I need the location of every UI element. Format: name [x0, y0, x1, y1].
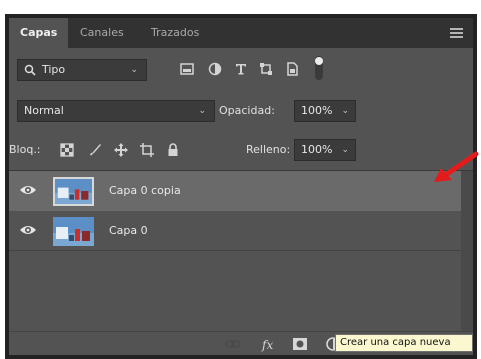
blend-row: Normal ⌄ Opacidad: 100% ⌄ [9, 100, 473, 124]
blend-mode-select[interactable]: Normal ⌄ [17, 100, 215, 122]
tab-canales[interactable]: Canales [69, 18, 135, 48]
lock-label: Bloq.: [9, 143, 41, 156]
tab-trazados[interactable]: Trazados [140, 18, 210, 48]
adjustment-filter-icon[interactable] [207, 61, 223, 77]
chevron-down-icon: ⌄ [130, 65, 138, 75]
filter-kind-label: Tipo [42, 63, 66, 76]
tab-capas[interactable]: Capas [9, 18, 69, 48]
fx-icon[interactable]: fx [261, 336, 277, 352]
fill-value: 100% [301, 143, 333, 156]
panel-menu-icon[interactable] [450, 28, 463, 38]
screenshot-frame: Capas Canales Trazados Tipo ⌄ Normal ⌄ O… [5, 14, 477, 359]
fill-field[interactable]: 100% ⌄ [294, 139, 356, 161]
svg-text:fx: fx [261, 338, 273, 352]
chevron-down-icon: ⌄ [198, 106, 206, 116]
panel-tab-bar: Capas Canales Trazados [9, 18, 473, 48]
layer-filter-row: Tipo ⌄ [9, 56, 473, 83]
opacity-value: 100% [301, 104, 333, 117]
lock-transparent-pixels-icon[interactable] [59, 142, 75, 158]
layers-list: Capa 0 copia Capa 0 [9, 171, 461, 331]
layers-panel: Capas Canales Trazados Tipo ⌄ Normal ⌄ O… [9, 18, 473, 355]
lock-all-icon[interactable] [165, 142, 181, 158]
search-icon [24, 64, 36, 76]
layer-thumbnail [53, 217, 94, 246]
opacity-field[interactable]: 100% ⌄ [294, 100, 356, 122]
chevron-down-icon: ⌄ [341, 145, 349, 155]
add-mask-icon[interactable] [292, 336, 308, 352]
smart-object-filter-icon[interactable] [284, 61, 300, 77]
eye-icon[interactable] [19, 183, 37, 197]
layer-name[interactable]: Capa 0 copia [109, 171, 181, 211]
new-layer-tooltip: Crear una capa nueva [335, 334, 473, 352]
filter-toggle-icon[interactable] [313, 55, 325, 81]
layer-row-selected[interactable]: Capa 0 copia [9, 171, 461, 211]
type-filter-icon[interactable] [233, 61, 249, 77]
red-arrow-annotation [434, 151, 479, 182]
image-filter-icon[interactable] [179, 61, 195, 77]
layer-thumbnail [53, 177, 94, 206]
filter-kind-select[interactable]: Tipo ⌄ [17, 59, 147, 81]
layers-scrollbar[interactable] [461, 171, 473, 331]
fill-label: Relleno: [246, 143, 291, 156]
blend-mode-value: Normal [24, 104, 64, 117]
row-divider [9, 250, 461, 251]
layer-row[interactable]: Capa 0 [9, 211, 461, 251]
shape-filter-icon[interactable] [258, 61, 274, 77]
layer-name[interactable]: Capa 0 [109, 211, 148, 251]
lock-position-icon[interactable] [113, 142, 129, 158]
link-layers-icon[interactable] [225, 336, 241, 352]
lock-artboard-icon[interactable] [139, 142, 155, 158]
lock-row: Bloq.: Relleno: 100% ⌄ [9, 139, 473, 163]
lock-image-pixels-icon[interactable] [87, 142, 103, 158]
eye-icon[interactable] [19, 223, 37, 237]
opacity-label: Opacidad: [219, 104, 275, 117]
chevron-down-icon: ⌄ [341, 106, 349, 116]
